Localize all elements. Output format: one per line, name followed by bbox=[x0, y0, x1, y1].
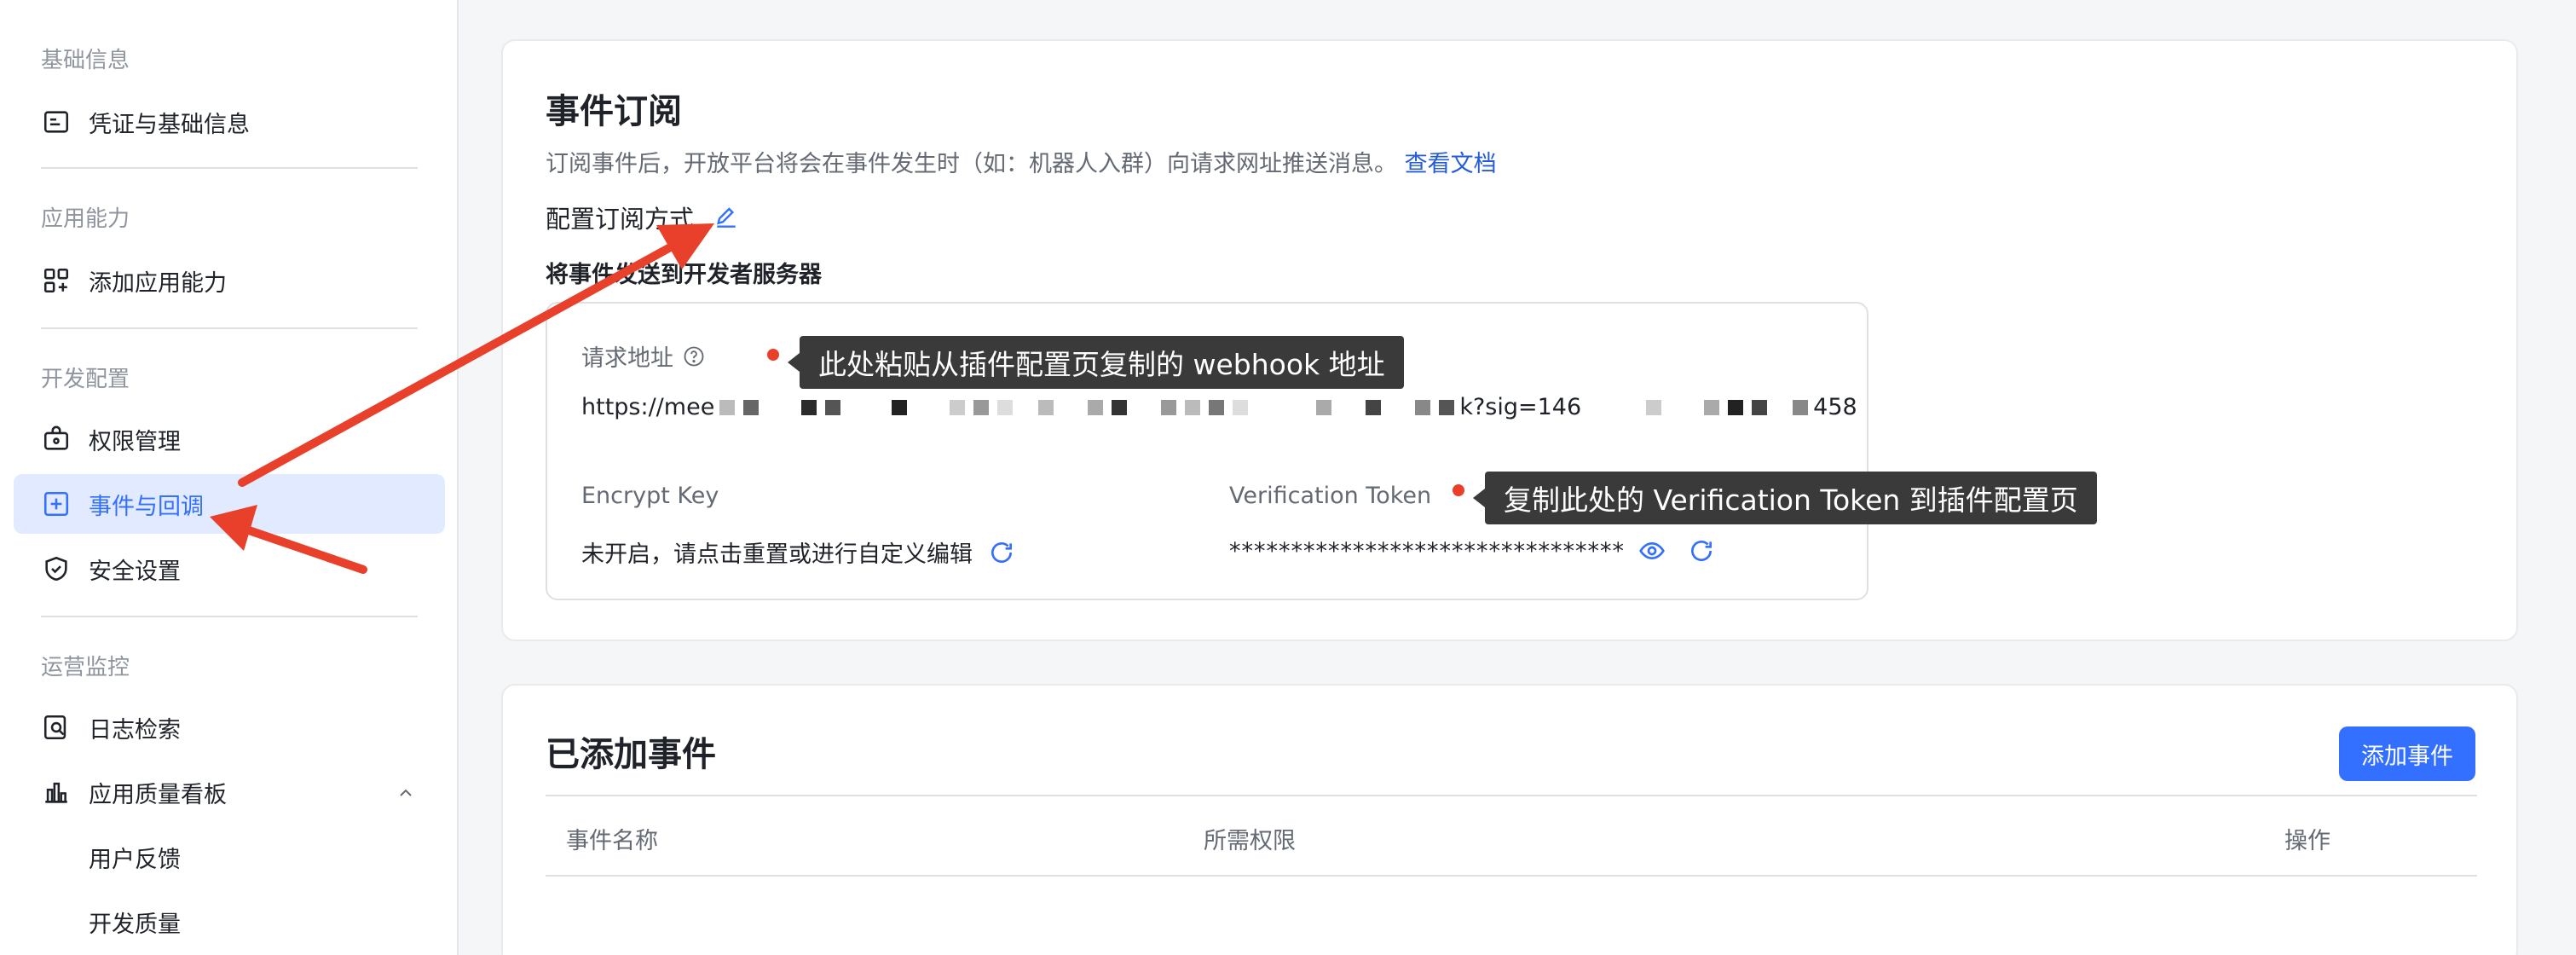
annotation-tooltip-webhook: 此处粘贴从插件配置页复制的 webhook 地址 bbox=[788, 336, 1404, 389]
sidebar-item-add-capability[interactable]: 添加应用能力 bbox=[14, 251, 445, 310]
redacted-mask bbox=[1586, 399, 1809, 415]
apps-add-icon bbox=[41, 265, 72, 296]
sidebar-item-label: 添加应用能力 bbox=[89, 269, 227, 297]
sidebar: 基础信息 凭证与基础信息 应用能力 添加应用能力 开发配置 权限管理 事件与回调… bbox=[0, 0, 459, 955]
url-prefix: https://mee bbox=[581, 394, 715, 420]
verification-token-value-wrap: ******************************** bbox=[1229, 537, 1715, 564]
log-search-icon bbox=[41, 712, 72, 743]
chevron-up-icon[interactable] bbox=[396, 783, 416, 809]
column-header-permissions: 所需权限 bbox=[1204, 828, 1296, 854]
added-events-card: 已添加事件 添加事件 事件名称 所需权限 操作 bbox=[501, 684, 2518, 955]
encrypt-key-value-wrap: 未开启，请点击重置或进行自定义编辑 bbox=[581, 535, 1015, 569]
section-description: 订阅事件后，开放平台将会在事件发生时（如：机器人入群）向请求网址推送消息。 查看… bbox=[546, 145, 1497, 178]
sidebar-item-label: 事件与回调 bbox=[89, 493, 204, 520]
redacted-mask bbox=[719, 399, 1455, 415]
sidebar-item-events-callbacks[interactable]: 事件与回调 bbox=[14, 474, 445, 534]
sidebar-group-title: 运营监控 bbox=[41, 655, 130, 680]
sidebar-item-label: 日志检索 bbox=[89, 716, 181, 744]
verification-token-label: Verification Token bbox=[1229, 483, 1432, 509]
column-header-event-name: 事件名称 bbox=[566, 828, 658, 854]
config-mode-label: 配置订阅方式 bbox=[546, 205, 695, 234]
sidebar-item-label: 权限管理 bbox=[89, 428, 181, 455]
request-url-label: 请求地址 bbox=[581, 345, 673, 372]
sidebar-item-permissions[interactable]: 权限管理 bbox=[14, 409, 445, 469]
annotation-tooltip-token: 复制此处的 Verification Token 到插件配置页 bbox=[1473, 472, 2097, 524]
request-url-value[interactable]: https://mee k?sig=146 458 bbox=[581, 394, 1857, 420]
sidebar-item-label: 凭证与基础信息 bbox=[89, 111, 250, 138]
events-table-header: 事件名称 所需权限 操作 bbox=[546, 795, 2477, 877]
url-mid: k?sig=146 bbox=[1459, 394, 1582, 420]
sidebar-item-security[interactable]: 安全设置 bbox=[14, 539, 445, 599]
mode-label: 将事件发送到开发者服务器 bbox=[546, 262, 822, 288]
sidebar-item-log-search[interactable]: 日志检索 bbox=[14, 697, 445, 757]
config-mode-heading: 配置订阅方式 bbox=[546, 200, 740, 235]
verification-token-value: ******************************** bbox=[1229, 537, 1625, 564]
sidebar-item-label: 用户反馈 bbox=[89, 846, 181, 873]
sidebar-group-title: 应用能力 bbox=[41, 206, 130, 232]
event-icon bbox=[41, 489, 72, 519]
column-header-actions: 操作 bbox=[2284, 828, 2331, 854]
sidebar-item-label: 开发质量 bbox=[89, 911, 181, 938]
sidebar-group-title: 基础信息 bbox=[41, 48, 130, 73]
permission-icon bbox=[41, 424, 72, 454]
request-url-label-wrap: 请求地址 bbox=[581, 339, 706, 373]
refresh-icon[interactable] bbox=[1688, 537, 1715, 564]
bar-chart-icon bbox=[41, 777, 72, 807]
annotation-dot bbox=[1453, 484, 1464, 496]
sidebar-divider bbox=[41, 616, 418, 617]
sidebar-item-user-feedback[interactable]: 用户反馈 bbox=[14, 827, 445, 887]
sidebar-item-credentials[interactable]: 凭证与基础信息 bbox=[14, 92, 445, 152]
sidebar-item-label: 安全设置 bbox=[89, 558, 181, 585]
view-docs-link[interactable]: 查看文档 bbox=[1405, 151, 1497, 177]
eye-icon[interactable] bbox=[1638, 537, 1666, 564]
edit-icon[interactable] bbox=[713, 204, 740, 231]
annotation-dot bbox=[767, 349, 779, 361]
sidebar-divider bbox=[41, 327, 418, 329]
section-title: 事件订阅 bbox=[546, 92, 682, 131]
url-suffix: 458 bbox=[1813, 394, 1857, 420]
refresh-icon[interactable] bbox=[988, 539, 1015, 566]
sidebar-item-label: 应用质量看板 bbox=[89, 781, 227, 808]
section-title: 已添加事件 bbox=[546, 735, 716, 774]
encrypt-key-value: 未开启，请点击重置或进行自定义编辑 bbox=[581, 541, 973, 568]
shield-icon bbox=[41, 553, 72, 584]
add-event-button[interactable]: 添加事件 bbox=[2339, 726, 2475, 781]
sidebar-item-dev-quality[interactable]: 开发质量 bbox=[14, 892, 445, 952]
sidebar-item-quality-board[interactable]: 应用质量看板 bbox=[14, 762, 445, 822]
help-circle-icon[interactable] bbox=[682, 344, 706, 368]
sidebar-divider bbox=[41, 167, 418, 169]
credential-icon bbox=[41, 107, 72, 137]
sidebar-group-title: 开发配置 bbox=[41, 367, 130, 392]
encrypt-key-label: Encrypt Key bbox=[581, 483, 719, 509]
description-text: 订阅事件后，开放平台将会在事件发生时（如：机器人入群）向请求网址推送消息。 bbox=[546, 151, 1397, 177]
